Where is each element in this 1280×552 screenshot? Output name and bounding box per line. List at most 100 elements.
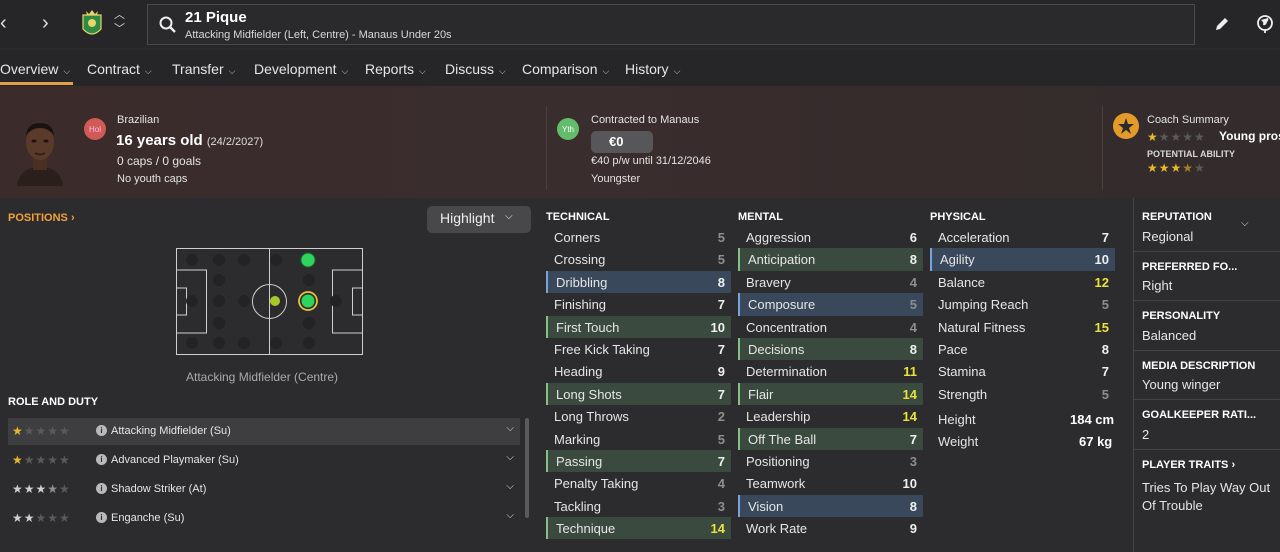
attribute-row[interactable]: Concentration 4 — [738, 316, 923, 338]
attribute-name: Concentration — [746, 319, 827, 335]
attribute-row[interactable]: Finishing 7 — [546, 293, 731, 315]
attribute-row[interactable]: Leadership 14 — [738, 405, 923, 427]
attribute-row[interactable]: Work Rate 9 — [738, 517, 923, 539]
attribute-row[interactable]: Penalty Taking 4 — [546, 472, 731, 494]
attribute-row[interactable]: Technique 14 — [546, 517, 731, 540]
current-ability-stars: ★★★★★ — [1147, 130, 1206, 144]
attribute-row[interactable]: Aggression 6 — [738, 226, 923, 248]
attribute-row[interactable]: Heading 9 — [546, 360, 731, 382]
attribute-name: Aggression — [746, 230, 812, 245]
tab-development[interactable]: Development ⌵ — [254, 61, 348, 77]
attribute-row[interactable]: Agility 10 — [930, 248, 1115, 271]
attribute-row[interactable]: Off The Ball 7 — [738, 427, 923, 450]
attribute-name: Teamwork — [746, 476, 806, 492]
world-icon[interactable] — [1255, 14, 1275, 34]
attribute-value: 7 — [1101, 364, 1109, 380]
info-icon[interactable]: i — [96, 425, 107, 436]
value-pill[interactable]: €0 — [591, 131, 653, 153]
info-icon[interactable]: i — [96, 483, 107, 494]
height-label: Height — [938, 412, 976, 427]
attribute-value: 5 — [1101, 386, 1109, 402]
attribute-row[interactable]: Tackling 3 — [546, 495, 731, 517]
back-arrow-icon[interactable]: ‹ — [0, 12, 7, 34]
tab-comparison[interactable]: Comparison ⌵ — [522, 61, 609, 77]
player-trait-line: Tries To Play Way Out — [1142, 480, 1271, 495]
attribute-row[interactable]: Bravery 4 — [738, 271, 923, 293]
forward-arrow-icon[interactable]: › — [42, 12, 49, 34]
attribute-row[interactable]: Anticipation 8 — [738, 248, 923, 271]
top-bar: ‹ › ︿ ﹀ 21 Pique Attacking Midfielder (Le… — [0, 0, 1280, 48]
attribute-row[interactable]: Flair 14 — [738, 382, 923, 406]
player-search-box[interactable]: 21 Pique Attacking Midfielder (Left, Cen… — [147, 4, 1195, 45]
attribute-value: 5 — [717, 230, 725, 245]
chevron-down-icon[interactable]: ⌵ — [506, 481, 514, 492]
attribute-row[interactable]: Passing 7 — [546, 449, 731, 473]
role-row[interactable]: ★★★★★ i Advanced Playmaker (Su) ⌵ — [8, 447, 520, 474]
attribute-value: 8 — [909, 341, 917, 357]
tab-overview[interactable]: Overview ⌵ — [0, 61, 70, 77]
info-icon[interactable]: i — [96, 512, 107, 523]
attribute-row[interactable]: Natural Fitness 15 — [930, 316, 1115, 338]
highlight-dropdown[interactable]: Highlight ⌵ — [427, 206, 531, 233]
attribute-row[interactable]: Corners 5 — [546, 226, 731, 248]
coach-summary-text: Young pros — [1219, 129, 1280, 143]
weight-label: Weight — [938, 434, 979, 449]
edit-icon[interactable] — [1213, 15, 1231, 33]
chevron-down-icon[interactable]: ⌵ — [506, 423, 514, 434]
attribute-row[interactable]: Crossing 5 — [546, 248, 731, 270]
attribute-name: Acceleration — [938, 230, 1010, 245]
attribute-row[interactable]: Determination 11 — [738, 360, 923, 382]
physical-heading: PHYSICAL — [930, 211, 986, 223]
weight-value: 67 kg — [1079, 434, 1113, 449]
attribute-name: Anticipation — [748, 252, 816, 268]
chevron-down-icon[interactable]: ⌵ — [1241, 218, 1249, 229]
attribute-row[interactable]: First Touch 10 — [546, 315, 731, 338]
header-divider — [546, 106, 547, 190]
attribute-row[interactable]: Marking 5 — [546, 428, 731, 450]
tab-transfer[interactable]: Transfer ⌵ — [172, 61, 235, 77]
attribute-name: Long Shots — [556, 386, 622, 402]
attribute-row[interactable]: Dribbling 8 — [546, 270, 731, 294]
personality-heading: PERSONALITY — [1142, 310, 1221, 322]
attribute-name: Jumping Reach — [938, 297, 1029, 313]
tab-discuss[interactable]: Discuss ⌵ — [445, 61, 506, 77]
age-text: 16 years old (24/2/2027) — [116, 132, 264, 149]
role-row[interactable]: ★★★★★ i Shadow Striker (At) ⌵ — [8, 476, 520, 503]
attribute-value: 5 — [1101, 297, 1109, 313]
tab-reports[interactable]: Reports ⌵ — [365, 61, 426, 77]
role-row[interactable]: ★★★★★ i Attacking Midfielder (Su) ⌵ — [8, 418, 520, 445]
attribute-row[interactable]: Positioning 3 — [738, 450, 923, 472]
attribute-row[interactable]: Composure 5 — [738, 293, 923, 316]
attribute-name: Strength — [938, 386, 988, 402]
info-icon[interactable]: i — [96, 454, 107, 465]
player-switch-arrows-icon[interactable]: ︿ ﹀ — [114, 8, 125, 36]
attribute-row[interactable]: Decisions 8 — [738, 337, 923, 361]
attribute-row[interactable]: Jumping Reach 5 — [930, 293, 1115, 315]
attribute-row[interactable]: Long Throws 2 — [546, 405, 731, 427]
positions-link[interactable]: POSITIONS › — [8, 212, 75, 224]
attribute-name: Pace — [938, 341, 968, 357]
chevron-down-icon[interactable]: ⌵ — [506, 510, 514, 521]
attribute-row[interactable]: Free Kick Taking 7 — [546, 338, 731, 360]
attribute-value: 4 — [909, 274, 917, 290]
attribute-row[interactable]: Stamina 7 — [930, 360, 1115, 382]
attribute-value: 7 — [717, 297, 725, 313]
attribute-row[interactable]: Balance 12 — [930, 271, 1115, 293]
player-traits-link[interactable]: PLAYER TRAITS › — [1142, 459, 1235, 471]
attribute-row[interactable]: Teamwork 10 — [738, 472, 923, 494]
roles-scrollbar[interactable] — [525, 418, 529, 518]
attribute-row[interactable]: Long Shots 7 — [546, 382, 731, 406]
club-badge-icon[interactable] — [80, 9, 104, 41]
player-trait-line: Of Trouble — [1142, 498, 1203, 513]
attribute-name: Tackling — [554, 498, 601, 514]
attribute-row[interactable]: Acceleration 7 — [930, 226, 1115, 248]
chevron-down-icon[interactable]: ⌵ — [506, 452, 514, 463]
tab-contract[interactable]: Contract ⌵ — [87, 61, 152, 77]
role-row[interactable]: ★★★★★ i Enganche (Su) ⌵ — [8, 505, 520, 532]
tab-history[interactable]: History ⌵ — [625, 61, 680, 77]
goalkeeper-rating-heading: GOALKEEPER RATI... — [1142, 409, 1257, 421]
attribute-name: Crossing — [554, 252, 606, 268]
attribute-row[interactable]: Pace 8 — [930, 338, 1115, 360]
attribute-row[interactable]: Vision 8 — [738, 494, 923, 518]
attribute-row[interactable]: Strength 5 — [930, 383, 1115, 405]
